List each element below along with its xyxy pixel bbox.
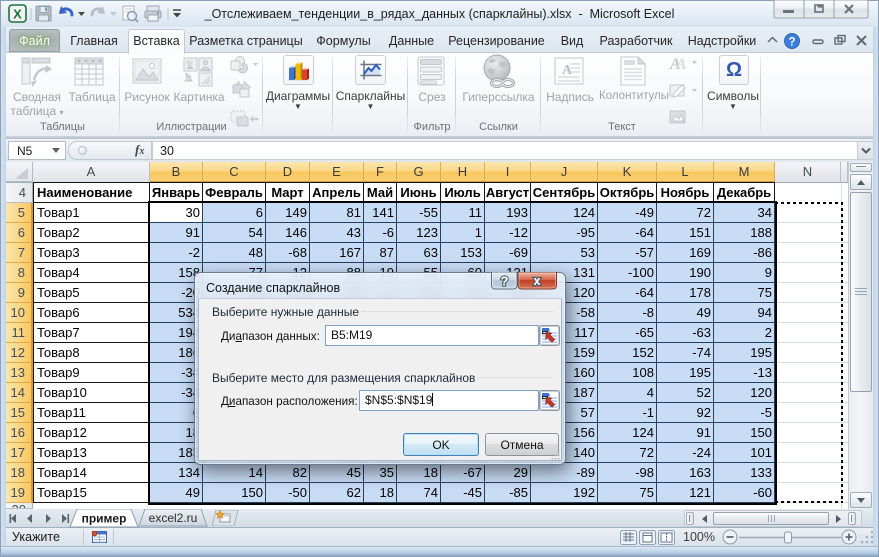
svg-text:A: A xyxy=(562,63,573,78)
svg-text:?: ? xyxy=(788,37,795,49)
svg-text:?: ? xyxy=(501,274,509,289)
svg-text:пример: пример xyxy=(82,512,127,526)
svg-text:x: x xyxy=(534,274,541,288)
svg-text:excel2.ru: excel2.ru xyxy=(149,511,198,525)
svg-text:A: A xyxy=(675,56,687,73)
